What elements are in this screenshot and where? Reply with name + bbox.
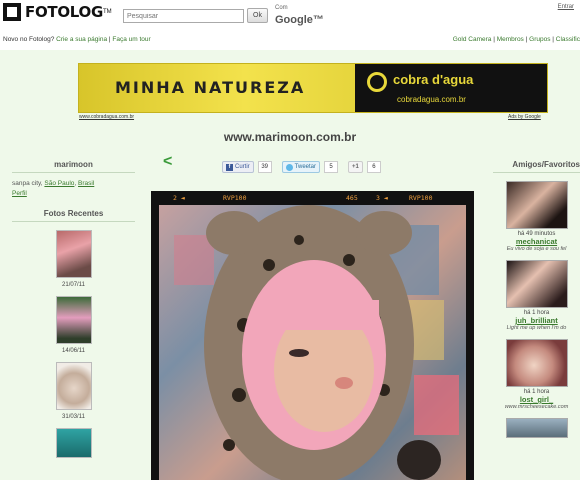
- logo-text: FOTOLOG: [25, 3, 103, 21]
- recent-photo-date: 21/07/11: [62, 281, 85, 288]
- facebook-icon: f: [226, 163, 233, 171]
- photo-image: [159, 205, 466, 480]
- main-photo[interactable]: 2 ◄ RVP100 465 3 ◄ RVP100: [151, 191, 474, 480]
- recent-photo-item[interactable]: 14/06/11: [12, 295, 135, 354]
- google-plus-one-count: 6: [366, 161, 381, 173]
- tweet-count: 5: [324, 161, 339, 173]
- nav-gold-camera[interactable]: Gold Camera: [453, 36, 492, 43]
- friend-item[interactable]: [493, 418, 580, 438]
- nav-members[interactable]: Membros: [497, 36, 524, 43]
- tweet-button[interactable]: Tweetar: [281, 161, 321, 173]
- main-nav: Gold Camera | Membros | Grupos | Classif…: [453, 36, 580, 43]
- ads-by-google-link[interactable]: Ads by Google: [508, 114, 541, 120]
- banner-image: MINHA NATUREZA: [79, 64, 355, 112]
- recent-photos-heading: Fotos Recentes: [12, 209, 135, 222]
- banner-title: MINHA NATUREZA: [115, 78, 306, 97]
- separator: |: [525, 36, 528, 43]
- nav-groups[interactable]: Grupos: [529, 36, 550, 43]
- fotolog-logo[interactable]: FOTOLOG TM: [3, 3, 112, 21]
- film-frame-label: 3 ◄: [376, 194, 388, 202]
- location-prefix: sanpa city,: [12, 180, 43, 187]
- location-info: sanpa city, São Paulo, Brasil Perfil: [12, 180, 95, 197]
- friend-photo[interactable]: [505, 339, 568, 387]
- search-input[interactable]: [123, 9, 244, 23]
- twitter-bird-icon: [285, 163, 293, 171]
- recent-photo-date: 14/06/11: [62, 347, 85, 354]
- friend-name-link[interactable]: juh_brilliant: [493, 316, 580, 325]
- film-strip-header: 2 ◄ RVP100 465 3 ◄ RVP100: [151, 191, 474, 205]
- create-page-link[interactable]: Crie a sua página: [56, 36, 107, 43]
- facebook-like-count: 39: [257, 161, 272, 173]
- login-link[interactable]: Entrar: [558, 4, 574, 10]
- separator: |: [108, 36, 111, 43]
- search-button[interactable]: Ok: [247, 8, 268, 23]
- recent-photo-thumbnail[interactable]: [55, 427, 92, 458]
- banner-brand-panel: cobra d'agua cobradagua.com.br: [355, 64, 547, 112]
- film-type-label: RVP100: [409, 194, 433, 202]
- page-title: www.marimoon.com.br: [223, 130, 357, 144]
- profile-sidebar: marimoon sanpa city, São Paulo, Brasil P…: [12, 160, 135, 458]
- separator: |: [493, 36, 495, 43]
- google-plus-one-button[interactable]: +1: [348, 161, 363, 173]
- film-frame-label: 465: [346, 194, 358, 202]
- banner-url: cobradagua.com.br: [397, 95, 466, 104]
- brand-logo-icon: [367, 72, 387, 92]
- friend-item[interactable]: há 1 hora lost_girl_ www.mrscheesecake.c…: [493, 339, 580, 410]
- tweet-label: Tweetar: [294, 164, 317, 170]
- film-type-label: RVP100: [223, 194, 247, 202]
- new-user-question: Novo no Fotolog?: [3, 36, 55, 43]
- recent-photo-thumbnail[interactable]: [55, 229, 92, 278]
- tour-link[interactable]: Faça um tour: [112, 36, 150, 43]
- previous-photo-arrow[interactable]: <: [163, 153, 172, 171]
- friends-sidebar: Amigos/Favoritos há 49 minutos mechanica…: [493, 160, 580, 438]
- logo-tm: TM: [102, 9, 112, 15]
- profile-link[interactable]: Perfil: [12, 190, 27, 197]
- separator: |: [552, 36, 554, 43]
- city-link[interactable]: São Paulo: [44, 180, 74, 187]
- username-heading: marimoon: [12, 160, 135, 173]
- friends-heading: Amigos/Favoritos: [493, 160, 580, 173]
- recent-photo-item[interactable]: 21/07/11: [12, 229, 135, 288]
- recent-photo-date: 31/03/11: [62, 413, 85, 420]
- photo-illustration: [174, 205, 459, 480]
- friend-photo[interactable]: [505, 418, 568, 438]
- friend-item[interactable]: há 49 minutos mechanicat Eu vivo de soja…: [493, 181, 580, 252]
- facebook-like-label: Curtir: [235, 164, 250, 170]
- friend-photo[interactable]: [505, 181, 568, 229]
- banner-brand: cobra d'agua: [393, 72, 474, 87]
- banner-ad[interactable]: MINHA NATUREZA cobra d'agua cobradagua.c…: [78, 63, 548, 113]
- recent-photo-thumbnail[interactable]: [55, 361, 92, 410]
- google-prefix: Com: [275, 5, 288, 11]
- social-share-bar: f Curtir 39 Tweetar 5 +1 6: [222, 160, 381, 174]
- nav-classifieds[interactable]: Classific: [556, 36, 580, 43]
- recent-photo-item[interactable]: [12, 427, 135, 458]
- friend-caption: www.mrscheesecake.com: [504, 404, 569, 410]
- sub-navigation: Novo no Fotolog? Crie a sua página | Faç…: [0, 34, 580, 46]
- friend-photo[interactable]: [505, 260, 568, 308]
- banner-footer-link[interactable]: www.cobradagua.com.br: [79, 114, 134, 120]
- friend-caption: Light me up when I'm do: [506, 325, 567, 331]
- recent-photo-item[interactable]: 31/03/11: [12, 361, 135, 420]
- friend-name-link[interactable]: lost_girl_: [493, 395, 580, 404]
- signup-prompt: Novo no Fotolog? Crie a sua página | Faç…: [3, 36, 151, 43]
- friend-caption: Eu vivo de soja e sou fel: [506, 246, 567, 252]
- logo-square-icon: [3, 3, 21, 21]
- film-frame-label: 2 ◄: [173, 194, 185, 202]
- google-search-option[interactable]: Com Google™: [275, 5, 324, 27]
- facebook-like-button[interactable]: f Curtir: [222, 161, 254, 173]
- google-label: Google™: [275, 14, 324, 26]
- friend-item[interactable]: há 1 hora juh_brilliant Light me up when…: [493, 260, 580, 331]
- top-bar: FOTOLOG TM Ok Com Google™ Entrar: [0, 0, 580, 30]
- recent-photo-thumbnail[interactable]: [55, 295, 92, 344]
- country-link[interactable]: Brasil: [78, 180, 94, 187]
- friend-name-link[interactable]: mechanicat: [493, 237, 580, 246]
